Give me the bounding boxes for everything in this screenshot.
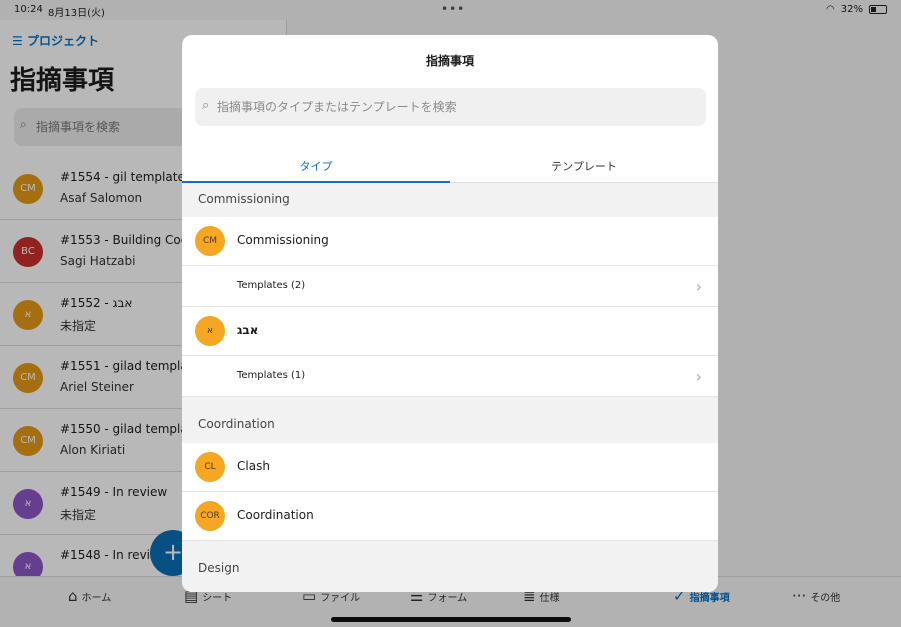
type-row-commissioning[interactable]: CM Commissioning — [182, 217, 718, 266]
search-icon: ⌕ — [202, 98, 210, 113]
type-label: Coordination — [237, 508, 314, 522]
type-label: אבג — [237, 323, 259, 337]
templates-row-hebrew[interactable]: Templates (1) › — [182, 356, 718, 397]
modal-title: 指摘事項 — [425, 54, 474, 68]
type-avatar: CM — [195, 226, 225, 256]
type-label: Commissioning — [237, 233, 329, 247]
type-row-coordination[interactable]: COR Coordination — [182, 492, 718, 541]
type-row-clash[interactable]: CL Clash — [182, 443, 718, 492]
type-avatar: COR — [195, 501, 225, 531]
section-header-commissioning: Commissioning — [182, 183, 718, 217]
section-header-design: Design — [182, 541, 718, 592]
type-search-field[interactable]: ⌕ — [195, 88, 706, 126]
templates-label: Templates (2) — [237, 280, 306, 291]
tab-template[interactable]: テンプレート — [450, 147, 718, 183]
templates-label: Templates (1) — [237, 370, 306, 381]
templates-row-commissioning[interactable]: Templates (2) › — [182, 266, 718, 307]
chevron-right-icon: › — [695, 277, 702, 296]
tab-type[interactable]: タイプ — [182, 147, 450, 183]
type-avatar: CL — [195, 452, 225, 482]
section-header-coordination: Coordination — [182, 397, 718, 443]
type-search-input[interactable] — [217, 88, 697, 126]
type-template-tabs: タイプ テンプレート — [182, 147, 718, 183]
chevron-right-icon: › — [695, 367, 702, 386]
issue-type-picker: 指摘事項 ⌕ タイプ テンプレート Commissioning CM Commi… — [182, 35, 718, 592]
type-label: Clash — [237, 459, 270, 473]
type-row-hebrew[interactable]: א אבג — [182, 307, 718, 356]
type-avatar: א — [195, 316, 225, 346]
